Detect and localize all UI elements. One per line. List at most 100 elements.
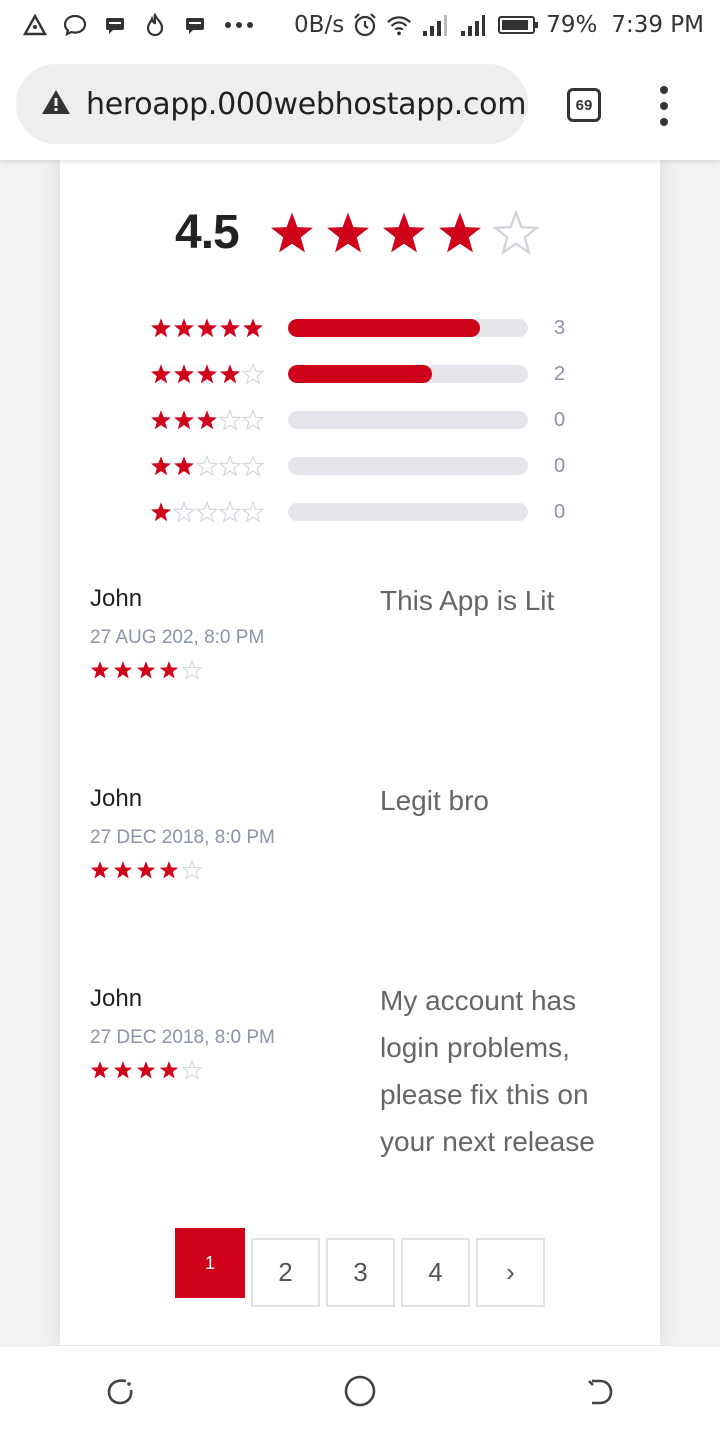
breakdown-stars [150, 363, 288, 385]
review-text: This App is Lit [380, 585, 555, 616]
star-filled-icon [113, 661, 133, 679]
notification-icons [22, 12, 256, 38]
star-filled-icon [136, 1061, 156, 1079]
chat-bubble-icon [62, 12, 88, 38]
star-filled-icon [173, 318, 195, 338]
page-button-2[interactable]: 2 [251, 1238, 320, 1307]
flame-icon [142, 12, 168, 38]
rating-summary: 4.5 [175, 205, 539, 260]
star-filled-icon [173, 364, 195, 384]
star-empty-icon [182, 1060, 202, 1080]
tab-switcher-button[interactable]: 69 [567, 88, 601, 122]
star-filled-icon [90, 661, 110, 679]
star-filled-icon [150, 410, 172, 430]
star-filled-icon [150, 456, 172, 476]
page-button-1[interactable]: 1 [175, 1228, 245, 1298]
star-empty-icon [492, 209, 539, 255]
star-filled-icon [159, 661, 179, 679]
breakdown-stars [150, 455, 288, 477]
system-status: 0B/s 79% 7:39 PM [294, 12, 704, 38]
menu-dot [660, 86, 668, 94]
star-filled-icon [196, 318, 218, 338]
breakdown-row: 0 [150, 397, 565, 443]
star-filled-icon [90, 861, 110, 879]
star-filled-icon [159, 861, 179, 879]
breakdown-row: 2 [150, 351, 565, 397]
breakdown-bar-fill [288, 365, 432, 383]
clock: 7:39 PM [611, 12, 704, 38]
wifi-icon [386, 12, 412, 38]
review-date: 27 AUG 202, 8:0 PM [90, 627, 265, 648]
star-filled-icon [113, 1061, 133, 1079]
delta-icon [22, 12, 48, 38]
breakdown-stars [150, 409, 288, 431]
recents-icon [104, 1375, 136, 1412]
star-filled-icon [196, 364, 218, 384]
review-item: John 27 DEC 2018, 8:0 PM Legit bro [90, 785, 650, 965]
breakdown-row: 0 [150, 443, 565, 489]
page-button-3[interactable]: 3 [326, 1238, 395, 1307]
star-filled-icon [159, 1061, 179, 1079]
menu-dot [660, 118, 668, 126]
breakdown-bar-track [288, 503, 528, 521]
review-text: My account has login problems, please fi… [380, 985, 595, 1157]
page-content: 4.5 32000 John 27 AUG 202, 8:0 PM This A… [0, 160, 720, 1345]
review-text: Legit bro [380, 785, 489, 816]
message-icon [102, 12, 128, 38]
star-filled-icon [173, 456, 195, 476]
breakdown-bar-track [288, 319, 528, 337]
back-button[interactable] [570, 1363, 630, 1423]
breakdown-count: 2 [554, 362, 566, 385]
more-dots-icon [222, 12, 256, 38]
browser-menu-button[interactable] [654, 86, 674, 126]
alarm-icon [352, 12, 378, 38]
breakdown-bar-track [288, 365, 528, 383]
status-bar: 0B/s 79% 7:39 PM [0, 0, 720, 50]
review-stars [90, 660, 202, 680]
breakdown-count: 0 [554, 454, 566, 477]
reviewer-name: John [90, 585, 143, 612]
average-stars [269, 209, 539, 256]
star-empty-icon [219, 455, 241, 477]
star-filled-icon [136, 661, 156, 679]
rating-breakdown: 3 2 0 0 0 [150, 305, 565, 535]
browser-toolbar: heroapp.000webhostapp.com 69 [0, 50, 720, 160]
next-page-button[interactable]: › [476, 1238, 545, 1307]
home-icon [343, 1374, 377, 1413]
star-empty-icon [242, 501, 264, 523]
star-filled-icon [173, 410, 195, 430]
star-empty-icon [182, 860, 202, 880]
review-stars [90, 1060, 202, 1080]
recents-button[interactable] [90, 1363, 150, 1423]
star-filled-icon [150, 502, 172, 522]
breakdown-row: 0 [150, 489, 565, 535]
home-button[interactable] [330, 1363, 390, 1423]
network-speed: 0B/s [294, 12, 345, 38]
star-empty-icon [242, 455, 264, 477]
breakdown-stars [150, 317, 288, 339]
star-filled-icon [242, 318, 264, 338]
url-text: heroapp.000webhostapp.com [86, 86, 527, 122]
menu-dot [660, 102, 668, 110]
star-filled-icon [196, 410, 218, 430]
review-stars [90, 860, 202, 880]
average-score: 4.5 [175, 206, 240, 259]
star-filled-icon [150, 318, 172, 338]
breakdown-bar-track [288, 457, 528, 475]
star-empty-icon [173, 501, 195, 523]
star-filled-icon [438, 211, 481, 252]
star-filled-icon [90, 1061, 110, 1079]
star-filled-icon [270, 211, 313, 252]
star-filled-icon [150, 364, 172, 384]
page-button-4[interactable]: 4 [401, 1238, 470, 1307]
warning-icon[interactable] [40, 88, 72, 121]
breakdown-stars [150, 501, 288, 523]
star-empty-icon [196, 501, 218, 523]
breakdown-count: 0 [554, 408, 566, 431]
star-filled-icon [219, 364, 241, 384]
breakdown-count: 0 [554, 500, 566, 523]
breakdown-row: 3 [150, 305, 565, 351]
review-item: John 27 AUG 202, 8:0 PM This App is Lit [90, 585, 650, 765]
address-bar[interactable]: heroapp.000webhostapp.com [16, 64, 528, 144]
star-empty-icon [219, 501, 241, 523]
